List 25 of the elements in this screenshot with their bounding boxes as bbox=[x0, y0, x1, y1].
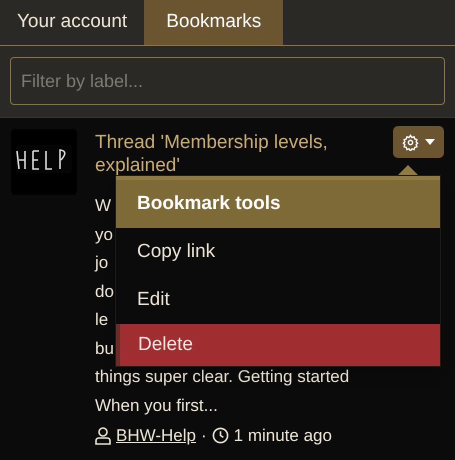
snippet-line: bu bbox=[95, 338, 114, 360]
delete-menu-item[interactable]: Delete bbox=[116, 324, 440, 366]
snippet-line: yo bbox=[95, 224, 113, 246]
timestamp: 1 minute ago bbox=[234, 425, 332, 447]
menu-pointer-icon bbox=[398, 165, 418, 175]
author-link[interactable]: BHW-Help bbox=[116, 423, 196, 448]
snippet-line: things super clear. Getting started bbox=[95, 366, 350, 388]
snippet-line: W bbox=[95, 195, 112, 217]
snippet-line: jo bbox=[95, 252, 108, 274]
tab[interactable]: Your account bbox=[0, 0, 144, 45]
gear-menu-button[interactable] bbox=[393, 126, 444, 158]
snippet-line: When you first... bbox=[95, 394, 218, 416]
separator: · bbox=[200, 425, 207, 447]
menu-item[interactable]: Edit bbox=[116, 276, 440, 324]
snippet-line: le bbox=[95, 309, 108, 331]
gear-icon bbox=[402, 134, 419, 150]
menu-header: Bookmark tools bbox=[116, 176, 440, 228]
caret-icon bbox=[425, 139, 435, 145]
menu-item[interactable]: Copy link bbox=[116, 228, 440, 276]
thread-title-link[interactable]: Thread 'Membership levels, explained' bbox=[95, 129, 375, 177]
snippet-line: do bbox=[95, 280, 114, 302]
user-icon bbox=[95, 426, 111, 445]
filter-field[interactable]: Filter by label... bbox=[10, 57, 445, 105]
clock-icon bbox=[212, 427, 229, 444]
tab[interactable]: Bookmarks bbox=[144, 0, 284, 45]
